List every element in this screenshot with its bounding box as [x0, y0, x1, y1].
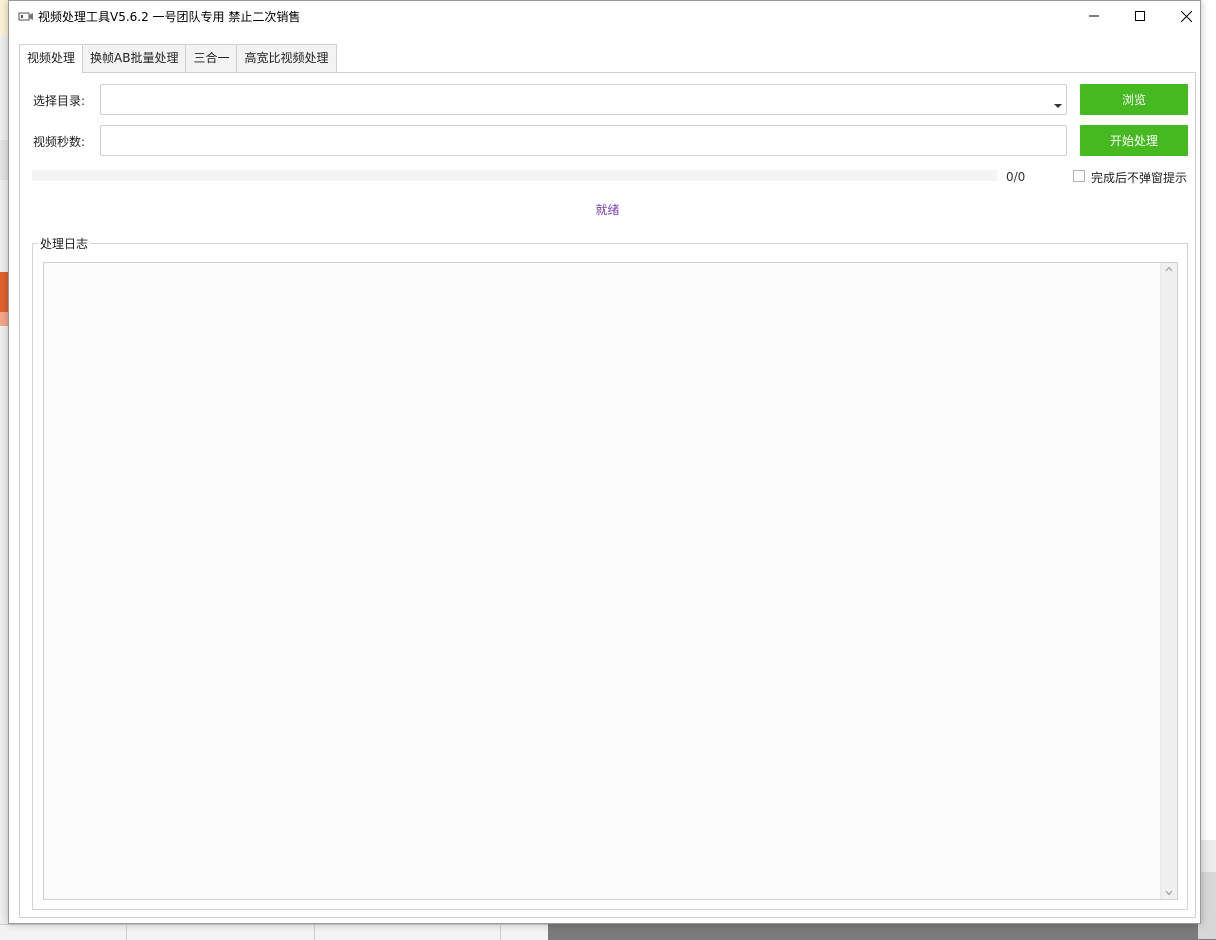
browse-button[interactable]: 浏览: [1080, 84, 1188, 115]
tab-aspect-ratio[interactable]: 高宽比视频处理: [236, 44, 337, 72]
tab-frame-ab-batch[interactable]: 换帧AB批量处理: [82, 44, 187, 72]
progress-count: 0/0: [1006, 170, 1026, 184]
seconds-label: 视频秒数:: [33, 135, 86, 149]
log-textarea[interactable]: [43, 262, 1178, 900]
maximize-icon: [1135, 11, 1145, 21]
background-taskbar: [0, 924, 548, 940]
no-popup-label[interactable]: 完成后不弹窗提示: [1091, 169, 1187, 186]
tab-three-in-one[interactable]: 三合一: [185, 44, 238, 72]
chevron-down-icon[interactable]: [1054, 104, 1062, 108]
scroll-up-icon[interactable]: [1165, 266, 1173, 272]
app-icon: [18, 12, 33, 21]
minimize-icon: [1089, 15, 1099, 17]
no-popup-checkbox[interactable]: [1073, 170, 1085, 182]
directory-label: 选择目录:: [33, 94, 86, 108]
directory-combobox[interactable]: [100, 84, 1067, 115]
title-bar[interactable]: 视频处理工具V5.6.2 一号团队专用 禁止二次销售: [9, 1, 1200, 33]
tab-panel-video-processing: 选择目录: 浏览 视频秒数: 开始处理 0/0 完成后不弹窗提示 就绪 处理日志: [19, 72, 1196, 918]
main-window: 视频处理工具V5.6.2 一号团队专用 禁止二次销售 视频处理 换帧AB批量处理…: [8, 0, 1201, 924]
scroll-down-icon[interactable]: [1165, 890, 1173, 896]
close-icon: [1180, 10, 1192, 22]
progress-bar: [32, 170, 997, 181]
minimize-button[interactable]: [1071, 1, 1117, 31]
log-scrollbar[interactable]: [1160, 263, 1177, 899]
maximize-button[interactable]: [1117, 1, 1163, 31]
status-label: 就绪: [595, 203, 620, 217]
tab-video-processing[interactable]: 视频处理: [19, 44, 84, 73]
log-groupbox: 处理日志: [32, 235, 1188, 910]
window-title: 视频处理工具V5.6.2 一号团队专用 禁止二次销售: [38, 10, 301, 24]
close-button[interactable]: [1163, 1, 1209, 31]
start-processing-button[interactable]: 开始处理: [1080, 125, 1188, 156]
seconds-input[interactable]: [100, 125, 1067, 156]
log-title: 处理日志: [38, 235, 91, 252]
background-app-left: [0, 0, 8, 939]
tab-strip: 视频处理 换帧AB批量处理 三合一 高宽比视频处理: [19, 44, 337, 73]
